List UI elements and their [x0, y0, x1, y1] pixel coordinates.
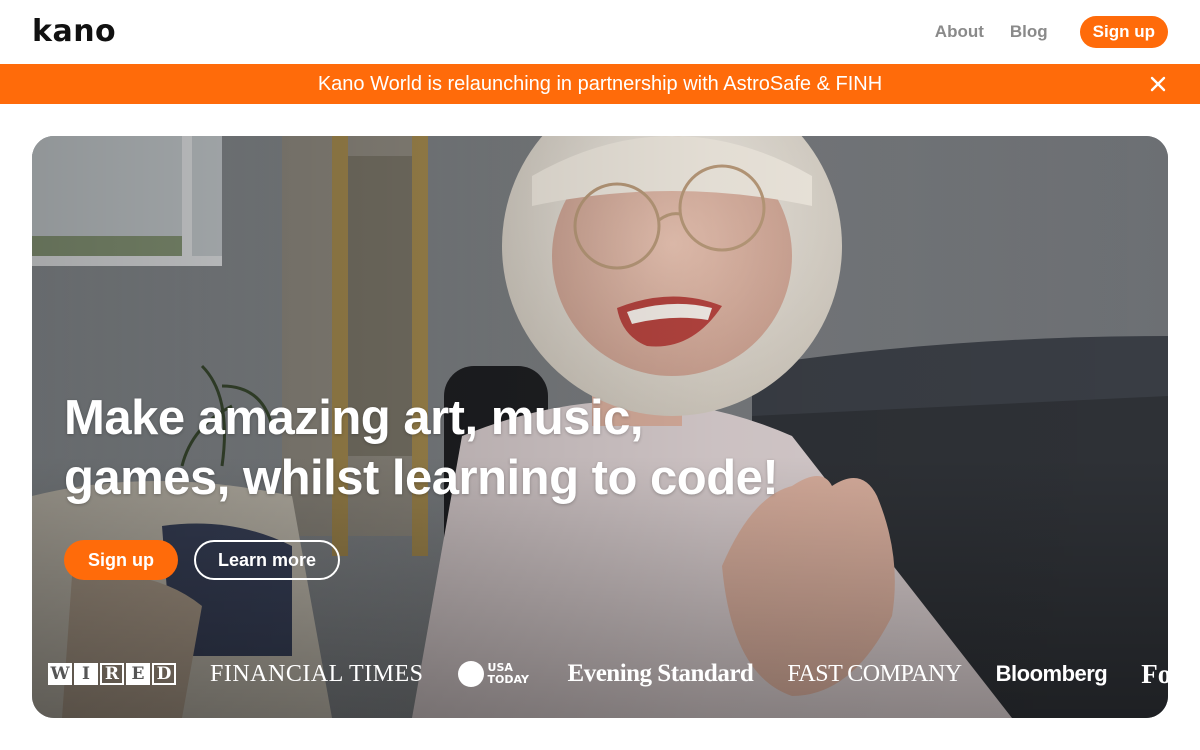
logo-wordmark: kano [32, 14, 117, 49]
financial-times-logo: FINANCIAL TIMES [210, 660, 424, 687]
banner-message: Kano World is relaunching in partnership… [317, 72, 883, 95]
top-nav: About Blog Sign up [935, 16, 1168, 48]
kano-logo[interactable]: kano [32, 16, 116, 48]
hero-section: Make amazing art, music, games, whilst l… [32, 136, 1168, 718]
headline-line-2: games, whilst learning to code! [64, 451, 779, 505]
wired-letter-e: E [126, 663, 150, 685]
wired-letter-i: I [74, 663, 98, 685]
wired-logo: W I R E D [48, 663, 176, 685]
wired-letter-d: D [152, 663, 176, 685]
nav-about-link[interactable]: About [935, 22, 984, 42]
evening-standard-logo: Evening Standard [567, 660, 754, 687]
wired-letter-r: R [100, 663, 124, 685]
fast-company-logo: FAST COMPANY [787, 660, 962, 687]
headline-line-1: Make amazing art, music, [64, 391, 643, 445]
close-icon[interactable] [1148, 74, 1168, 94]
hero-headline: Make amazing art, music, games, whilst l… [64, 388, 784, 508]
hero-actions: Sign up Learn more [64, 540, 341, 580]
header-signup-button[interactable]: Sign up [1079, 16, 1168, 48]
bloomberg-logo: Bloomberg [995, 661, 1108, 686]
learn-more-button[interactable]: Learn more [194, 540, 341, 580]
usa-today-dot-icon [457, 661, 484, 687]
site-header: kano About Blog Sign up [0, 0, 1200, 64]
nav-blog-link[interactable]: Blog [1010, 22, 1048, 42]
press-logos: W I R E D FINANCIAL TIMES USA TODAY Even… [48, 654, 1168, 694]
wired-letter-w: W [48, 663, 72, 685]
usa-today-logo: USA TODAY [457, 661, 534, 687]
announcement-banner: Kano World is relaunching in partnership… [0, 64, 1200, 104]
forbes-logo: Forbes [1141, 658, 1168, 689]
hero-signup-button[interactable]: Sign up [64, 540, 178, 580]
usa-today-line-2: TODAY [487, 673, 529, 686]
